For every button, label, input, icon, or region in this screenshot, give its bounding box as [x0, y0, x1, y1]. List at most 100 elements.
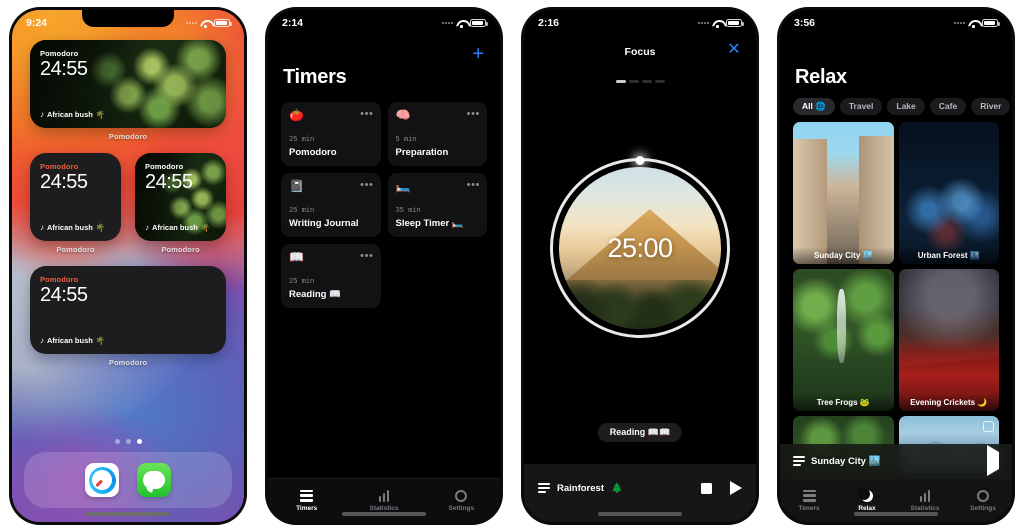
- session-pill[interactable]: Reading 📖📖: [597, 423, 683, 442]
- timer-card-pomodoro[interactable]: 🍅 ••• 25 min Pomodoro: [281, 102, 381, 166]
- widget-pomodoro-large[interactable]: Pomodoro 24:55 ♪ African bush 🌴 Pomodoro: [30, 40, 226, 141]
- widget-sound-row: ♪ African bush 🌴: [40, 336, 216, 345]
- widget-pomodoro-dark-large[interactable]: Pomodoro 24:55 ♪ African bush 🌴 Pomodoro: [30, 266, 226, 367]
- city-street-image: [793, 122, 894, 264]
- screen-focus: 2:16 Focus ✕ 25:00 Reading 📖📖 Rainforest…: [524, 10, 756, 522]
- stop-button[interactable]: [701, 482, 712, 494]
- tab-label: Settings: [448, 504, 475, 512]
- now-playing[interactable]: Rainforest 🌲: [538, 483, 623, 494]
- sound-card-urban-forest[interactable]: Urban Forest 🌃: [898, 122, 999, 264]
- segment: [654, 80, 665, 83]
- widget-sound-row: ♪ African bush 🌴: [40, 110, 216, 119]
- widget-sound-name: African bush: [47, 110, 93, 119]
- page-dot-active[interactable]: [136, 439, 142, 444]
- timer-menu-button[interactable]: •••: [360, 180, 373, 191]
- timer-card-writing-journal[interactable]: 📓 ••• 25 min Writing Journal: [281, 173, 381, 237]
- dock: [24, 452, 232, 508]
- signal-icon: [442, 22, 453, 24]
- queue-icon[interactable]: [793, 456, 805, 466]
- safari-icon[interactable]: [85, 463, 119, 497]
- chip-all[interactable]: All 🌐: [793, 98, 835, 115]
- play-button[interactable]: [730, 481, 742, 495]
- status-icons: [442, 19, 488, 28]
- focus-app: 2:16 Focus ✕ 25:00 Reading 📖📖 Rainforest…: [524, 10, 756, 522]
- sound-card-tree-frogs[interactable]: Tree Frogs 🐸: [793, 269, 894, 411]
- sound-name: Urban Forest 🌃: [898, 247, 999, 264]
- timer-duration: 25 min: [289, 278, 315, 286]
- tab-settings[interactable]: Settings: [423, 479, 500, 522]
- widget-head: Pomodoro 24:55: [40, 49, 216, 80]
- sound-card-evening-crickets[interactable]: Evening Crickets 🌙: [898, 269, 999, 411]
- widget-timer-value: 24:55: [40, 58, 88, 80]
- widget-card[interactable]: Pomodoro 24:55 ♪ African bush 🌴: [30, 40, 226, 128]
- status-time: 3:56: [794, 17, 816, 29]
- widget-sound-emoji: 🌴: [95, 110, 106, 119]
- timers-app: 2:14 + Timers 🍅 ••• 25 min Pomodoro 🧠 ••…: [268, 10, 500, 522]
- notch: [850, 10, 942, 27]
- relax-app: 3:56 Relax All 🌐 Travel Lake Cafe River …: [780, 10, 1012, 522]
- widget-title: Pomodoro: [40, 275, 79, 284]
- timer-card-preparation[interactable]: 🧠 ••• 5 min Preparation: [387, 102, 487, 166]
- chip-cafe[interactable]: Cafe: [929, 98, 967, 115]
- widget-head: Pomodoro 24:55: [145, 162, 216, 193]
- chip-travel[interactable]: Travel: [839, 98, 883, 115]
- messages-icon[interactable]: [137, 463, 171, 497]
- widget-sound-emoji: 🌴: [95, 223, 106, 232]
- safari-compass: [88, 466, 116, 494]
- timer-menu-button[interactable]: •••: [360, 109, 373, 120]
- chip-lake[interactable]: Lake: [887, 98, 925, 115]
- timer-name: Writing Journal: [289, 218, 359, 229]
- timer-name: Sleep Timer 🛏️: [395, 218, 464, 229]
- widget-card[interactable]: Pomodoro 24:55 ♪ African bush 🌴: [30, 153, 121, 241]
- widget-sound-name: African bush: [47, 336, 93, 345]
- widget-sound-emoji: 🌴: [200, 223, 211, 232]
- widget-title: Pomodoro: [40, 49, 79, 58]
- widget-stack: Pomodoro 24:55 ♪ African bush 🌴 Pomodoro: [12, 40, 244, 367]
- page-dot[interactable]: [114, 439, 120, 444]
- timer-menu-button[interactable]: •••: [467, 180, 480, 191]
- home-indicator[interactable]: [598, 512, 682, 516]
- tab-timers[interactable]: Timers: [780, 479, 838, 522]
- widget-pomodoro-dark-small[interactable]: Pomodoro 24:55 ♪ African bush 🌴 Pomodoro: [30, 153, 121, 254]
- tree-icon: 🌲: [610, 482, 623, 494]
- home-indicator[interactable]: [342, 512, 426, 516]
- sound-card-sunday-city[interactable]: Sunday City 🏙️: [793, 122, 894, 264]
- widget-pomodoro-photo-small[interactable]: Pomodoro 24:55 ♪ African bush 🌴 Pomodoro: [135, 153, 226, 254]
- play-triangle-icon: [987, 445, 999, 476]
- now-playing[interactable]: Sunday City 🏙️: [793, 456, 880, 467]
- tab-label: Relax: [858, 504, 876, 512]
- widget-card[interactable]: Pomodoro 24:55 ♪ African bush 🌴: [135, 153, 226, 241]
- music-note-icon: ♪: [40, 336, 44, 345]
- timer-card-sleep-timer[interactable]: 🛏️ ••• 35 min Sleep Timer 🛏️: [387, 173, 487, 237]
- session-segments: [524, 80, 756, 83]
- sounds-grid: Sunday City 🏙️ Urban Forest 🌃 Tree Frogs…: [793, 122, 999, 472]
- tab-timers[interactable]: Timers: [268, 479, 345, 522]
- home-indicator[interactable]: [86, 512, 170, 516]
- download-icon[interactable]: [983, 421, 994, 432]
- chip-river[interactable]: River: [971, 98, 1011, 115]
- close-icon[interactable]: ✕: [726, 42, 742, 58]
- red-night-road-image: [898, 269, 999, 411]
- timer-duration: 25 min: [289, 136, 315, 144]
- gear-icon: [455, 489, 468, 502]
- page-dot[interactable]: [125, 439, 131, 444]
- screen-home: 9:24 Pomodoro 24:55 ♪ African bush 🌴 Pom…: [12, 10, 244, 522]
- phone-timers-screen: 2:14 + Timers 🍅 ••• 25 min Pomodoro 🧠 ••…: [256, 0, 512, 531]
- widget-card[interactable]: Pomodoro 24:55 ♪ African bush 🌴: [30, 266, 226, 354]
- play-button[interactable]: [987, 445, 999, 476]
- timer-card-reading[interactable]: 📖 ••• 25 min Reading 📖: [281, 244, 381, 308]
- page-title: Relax: [795, 66, 847, 88]
- queue-icon[interactable]: [538, 483, 550, 493]
- home-indicator[interactable]: [854, 512, 938, 516]
- timer-menu-button[interactable]: •••: [467, 109, 480, 120]
- add-timer-button[interactable]: +: [472, 44, 484, 64]
- timer-menu-button[interactable]: •••: [360, 251, 373, 262]
- status-icons: [186, 19, 232, 28]
- wifi-icon: [968, 19, 979, 28]
- bar-chart-icon: [378, 489, 390, 502]
- sound-name: Evening Crickets 🌙: [898, 394, 999, 411]
- widget-head: Pomodoro 24:55: [40, 275, 216, 306]
- page-dots[interactable]: [12, 439, 244, 444]
- timer-ring[interactable]: 25:00: [550, 156, 730, 338]
- tab-settings[interactable]: Settings: [954, 479, 1012, 522]
